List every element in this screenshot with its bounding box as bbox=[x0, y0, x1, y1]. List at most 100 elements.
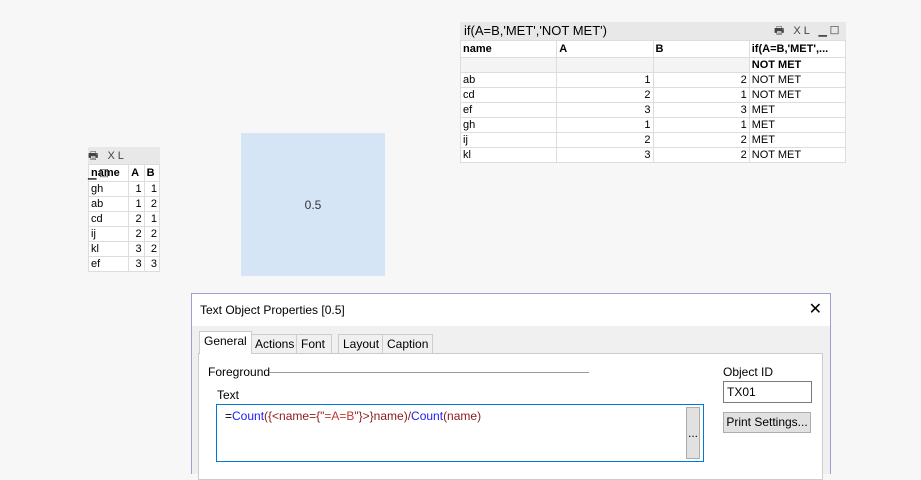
table-cell[interactable]: MET bbox=[748, 132, 847, 148]
table-cell[interactable]: NOT MET bbox=[748, 147, 847, 163]
table-row[interactable]: kl 3 2 bbox=[87, 241, 161, 257]
table-cell[interactable]: 2 bbox=[652, 147, 750, 163]
table-cell[interactable]: 3 bbox=[128, 256, 145, 272]
text-object-value: 0.5 bbox=[304, 197, 322, 212]
expression-token: = bbox=[225, 409, 233, 423]
dialog-title: Text Object Properties [0.5] bbox=[200, 303, 345, 317]
table-row[interactable]: ij 2 2 bbox=[87, 226, 161, 242]
expression-editor-button[interactable]: ... bbox=[686, 407, 700, 459]
table-cell[interactable]: kl bbox=[459, 147, 558, 163]
table-cell[interactable]: cd bbox=[459, 87, 558, 103]
expression-input[interactable]: =Count({<name={"=A=B"}>}name)/Count(name… bbox=[216, 404, 704, 462]
table-cell[interactable]: kl bbox=[87, 241, 130, 257]
table-cell[interactable]: MET bbox=[748, 117, 847, 133]
table-cell[interactable]: ef bbox=[459, 102, 558, 118]
table-cell[interactable]: 2 bbox=[128, 211, 145, 227]
table-cell[interactable]: 1 bbox=[652, 117, 750, 133]
text-object[interactable]: 0.5 bbox=[241, 133, 385, 276]
table-row[interactable]: cd 2 1 bbox=[87, 211, 161, 227]
big-table-object: if(A=B,'MET','NOT MET') 🖶 XL ▁☐ name A Bif… bbox=[459, 22, 847, 163]
col-header-name[interactable]: name bbox=[459, 40, 558, 58]
print-settings-button[interactable]: Print Settings... bbox=[723, 412, 811, 433]
table-cell[interactable]: cd bbox=[87, 211, 130, 227]
col-header-expr[interactable]: if(A=B,'MET',... bbox=[748, 40, 847, 58]
table-cell[interactable]: 1 bbox=[128, 181, 145, 197]
print-icon[interactable]: 🖶 bbox=[774, 25, 787, 37]
table-cell[interactable]: 1 bbox=[652, 87, 750, 103]
maximize-icon[interactable]: ☐ bbox=[830, 25, 842, 37]
table-cell[interactable]: 2 bbox=[143, 241, 161, 257]
table-row[interactable]: cd 2 1 NOT MET bbox=[459, 87, 847, 103]
tab-general[interactable]: General bbox=[199, 331, 252, 354]
table-row[interactable]: ij 2 2 MET bbox=[459, 132, 847, 148]
table-cell[interactable]: 3 bbox=[556, 147, 654, 163]
expression-token: ({<name={" bbox=[264, 409, 325, 423]
table-cell[interactable]: 2 bbox=[556, 87, 654, 103]
table-cell[interactable]: 3 bbox=[128, 241, 145, 257]
table-cell[interactable]: ij bbox=[87, 226, 130, 242]
table-row[interactable]: ab 1 2 NOT MET bbox=[459, 72, 847, 88]
expression-token: (name) bbox=[443, 409, 482, 423]
tab-layout[interactable]: Layout bbox=[338, 334, 385, 353]
general-panel: Foreground Text =Count({<name={"=A=B"}>}… bbox=[198, 353, 823, 480]
table-row[interactable]: kl 3 2 NOT MET bbox=[459, 147, 847, 163]
xl-icon[interactable]: XL bbox=[107, 150, 126, 162]
properties-dialog: Text Object Properties [0.5] ✕ General A… bbox=[191, 293, 831, 480]
table-cell[interactable]: gh bbox=[87, 181, 130, 197]
table-cell[interactable]: 2 bbox=[652, 72, 750, 88]
foreground-label: Foreground bbox=[208, 365, 271, 379]
table-cell[interactable]: MET bbox=[748, 102, 847, 118]
expression-token: Count bbox=[411, 409, 444, 423]
minimize-icon[interactable]: ▁ bbox=[819, 25, 830, 37]
expression-token: Count bbox=[232, 409, 265, 423]
tab-font[interactable]: Font bbox=[296, 334, 332, 353]
table-row[interactable]: ef 3 3 bbox=[87, 256, 161, 272]
close-icon[interactable]: ✕ bbox=[809, 299, 822, 319]
dialog-titlebar: Text Object Properties [0.5] ✕ bbox=[192, 294, 830, 326]
table-cell[interactable]: ab bbox=[459, 72, 558, 88]
table-cell[interactable]: 2 bbox=[556, 132, 654, 148]
print-icon[interactable]: 🖶 bbox=[88, 150, 101, 162]
col-header-b[interactable]: B bbox=[652, 40, 750, 58]
table-cell[interactable]: 2 bbox=[143, 196, 161, 212]
table-cell[interactable]: NOT MET bbox=[748, 87, 847, 103]
table-cell[interactable]: 2 bbox=[652, 132, 750, 148]
expression-text: =Count({<name={"=A=B"}>}name)/Count(name… bbox=[225, 409, 481, 423]
col-header-a[interactable]: A bbox=[556, 40, 654, 58]
table-cell[interactable]: 3 bbox=[652, 102, 750, 118]
big-table: name A Bif(A=B,'MET',... NOT MET ab 1 2 NOT M… bbox=[459, 40, 847, 163]
tab-caption[interactable]: Caption bbox=[382, 334, 434, 353]
small-table-caption[interactable]: 🖶 XL ▁☐ bbox=[88, 147, 160, 180]
object-id-label: Object ID bbox=[723, 365, 774, 379]
text-label: Text bbox=[217, 388, 240, 402]
table-row[interactable]: gh 1 1 bbox=[87, 181, 161, 197]
table-row[interactable]: gh 1 1 MET bbox=[459, 117, 847, 133]
expression-token: =A=B bbox=[324, 409, 355, 423]
table-cell[interactable]: gh bbox=[459, 117, 558, 133]
table-cell[interactable]: 1 bbox=[556, 72, 654, 88]
big-table-caption[interactable]: if(A=B,'MET','NOT MET') 🖶 XL ▁☐ bbox=[460, 22, 846, 40]
table-cell[interactable]: 1 bbox=[143, 211, 161, 227]
xl-icon[interactable]: XL bbox=[793, 25, 812, 37]
table-cell[interactable]: 1 bbox=[143, 181, 161, 197]
object-id-input[interactable]: TX01 bbox=[723, 381, 812, 403]
table-cell[interactable]: 2 bbox=[128, 226, 145, 242]
table-cell[interactable]: 3 bbox=[143, 256, 161, 272]
table-cell[interactable]: NOT MET bbox=[748, 72, 847, 88]
table-cell[interactable]: ef bbox=[87, 256, 130, 272]
table-cell[interactable]: 2 bbox=[143, 226, 161, 242]
table-cell[interactable]: 1 bbox=[556, 117, 654, 133]
expression-token: "}>}name)/ bbox=[354, 409, 412, 423]
minimize-icon[interactable]: ▁ bbox=[88, 168, 99, 180]
table-cell[interactable]: ij bbox=[459, 132, 558, 148]
table-cell[interactable]: 3 bbox=[556, 102, 654, 118]
small-table-object: 🖶 XL ▁☐ name A B gh 1 1 ab 1 2 cd 2 1 ij 2 2 kl 3 2 ef 3 3 bbox=[87, 147, 161, 272]
table-cell[interactable]: 1 bbox=[128, 196, 145, 212]
table-row[interactable]: ab 1 2 bbox=[87, 196, 161, 212]
big-table-title: if(A=B,'MET','NOT MET') bbox=[464, 23, 607, 38]
tab-actions[interactable]: Actions bbox=[250, 334, 300, 353]
table-row[interactable]: ef 3 3 MET bbox=[459, 102, 847, 118]
total-cell: NOT MET bbox=[748, 57, 847, 73]
table-cell[interactable]: ab bbox=[87, 196, 130, 212]
maximize-icon[interactable]: ☐ bbox=[99, 168, 111, 180]
